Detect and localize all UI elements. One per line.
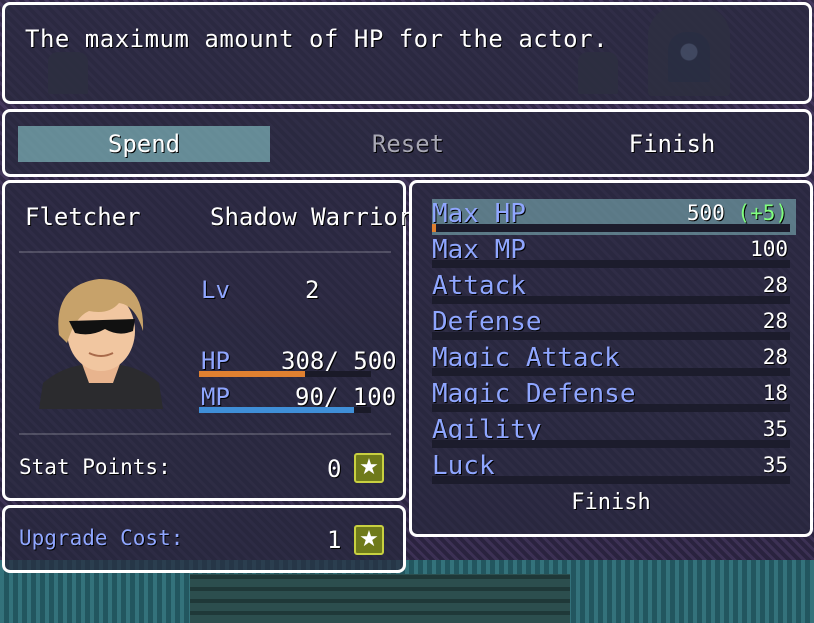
stat-value-number: 35: [762, 417, 788, 441]
finish-command[interactable]: Finish: [546, 126, 798, 162]
stats-finish-button[interactable]: Finish: [412, 490, 810, 515]
stat-row[interactable]: Magic Attack 28: [432, 343, 796, 379]
stat-value: 35: [763, 453, 788, 477]
stat-row[interactable]: Attack 28: [432, 271, 796, 307]
stat-value: 100: [750, 237, 788, 261]
stat-bar: [432, 332, 790, 340]
stat-bonus: (+5): [737, 201, 788, 225]
stat-value-number: 28: [762, 345, 788, 369]
stat-value: 35: [763, 417, 788, 441]
stat-bar: [432, 260, 790, 268]
stat-row[interactable]: Defense 28: [432, 307, 796, 343]
actor-name: Fletcher: [25, 203, 141, 231]
stat-value: 500 (+5): [687, 201, 788, 225]
stat-row[interactable]: Magic Defense 18: [432, 379, 796, 415]
stat-row[interactable]: Agility 35: [432, 415, 796, 451]
stat-bar: [432, 296, 790, 304]
stat-bar: [432, 368, 790, 376]
hp-gauge-fill: [199, 371, 305, 377]
stat-value: 18: [763, 381, 788, 405]
stat-points-label: Stat Points:: [19, 455, 171, 479]
stats-list-window: Max HP 500 (+5) Max MP 100 Attack 28 Defense 28…: [409, 180, 813, 537]
upgrade-cost-window: Upgrade Cost: 1 ★: [2, 505, 406, 573]
stat-value: 28: [763, 309, 788, 333]
stat-value-number: 500: [686, 201, 725, 225]
divider: [19, 251, 391, 253]
star-icon: ★: [354, 525, 384, 555]
stat-row[interactable]: Max HP 500 (+5): [432, 199, 796, 235]
stat-value-number: 35: [762, 453, 788, 477]
help-window: The maximum amount of HP for the actor.: [2, 2, 812, 104]
spend-command[interactable]: Spend: [18, 126, 270, 162]
divider: [19, 433, 391, 435]
stat-points-value: 0: [327, 455, 342, 483]
stat-value: 28: [763, 345, 788, 369]
upgrade-cost-value: 1: [327, 526, 342, 554]
stat-value-number: 28: [762, 309, 788, 333]
stat-bar-fill: [432, 224, 436, 232]
stat-bar: [432, 476, 790, 484]
command-window: Spend Reset Finish: [2, 109, 812, 177]
reset-command[interactable]: Reset: [282, 126, 534, 162]
stat-row[interactable]: Max MP 100: [432, 235, 796, 271]
stat-bar: [432, 404, 790, 412]
upgrade-cost-label: Upgrade Cost:: [19, 526, 184, 550]
help-text: The maximum amount of HP for the actor.: [25, 25, 609, 53]
stat-row[interactable]: Luck 35: [432, 451, 796, 487]
mp-gauge: [199, 407, 371, 413]
stat-value: 28: [763, 273, 788, 297]
level-value: 2: [305, 276, 320, 304]
actor-class: Shadow Warrior: [210, 203, 413, 231]
map-stairs: [190, 574, 570, 623]
level-label: Lv: [201, 276, 230, 304]
stat-bar: [432, 224, 790, 232]
actor-portrait: [29, 265, 173, 409]
stat-bar: [432, 440, 790, 448]
stat-value-number: 28: [762, 273, 788, 297]
actor-status-window: Fletcher Shadow Warrior Lv 2 HP 308/ 500…: [2, 180, 412, 501]
star-icon: ★: [354, 453, 384, 483]
stat-value-number: 18: [762, 381, 788, 405]
mp-gauge-fill: [199, 407, 354, 413]
stat-value-number: 100: [750, 237, 788, 261]
hp-gauge: [199, 371, 371, 377]
